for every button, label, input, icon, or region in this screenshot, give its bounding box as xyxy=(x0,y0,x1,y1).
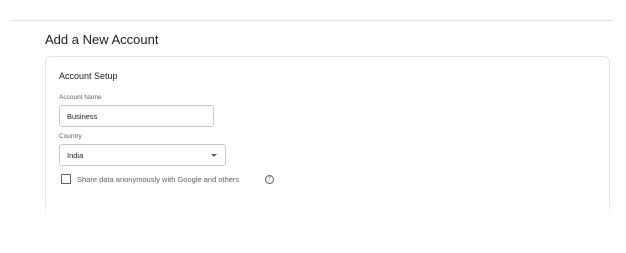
account-setup-card: Account Setup Account Name Country India… xyxy=(45,56,610,217)
header-divider xyxy=(10,20,612,21)
section-title: Account Setup xyxy=(59,71,118,81)
page-title: Add a New Account xyxy=(45,32,159,47)
help-icon[interactable]: ? xyxy=(265,174,274,184)
country-selected-value: India xyxy=(67,151,84,160)
country-select[interactable]: India xyxy=(59,144,226,166)
account-name-label: Account Name xyxy=(59,94,102,101)
share-data-label[interactable]: Share data anonymously with Google and o… xyxy=(77,175,239,184)
account-name-input[interactable] xyxy=(59,105,214,127)
card-fade xyxy=(44,196,610,220)
share-data-checkbox[interactable] xyxy=(61,174,71,184)
dropdown-arrow-icon xyxy=(211,154,217,157)
country-label: Country xyxy=(59,133,82,140)
